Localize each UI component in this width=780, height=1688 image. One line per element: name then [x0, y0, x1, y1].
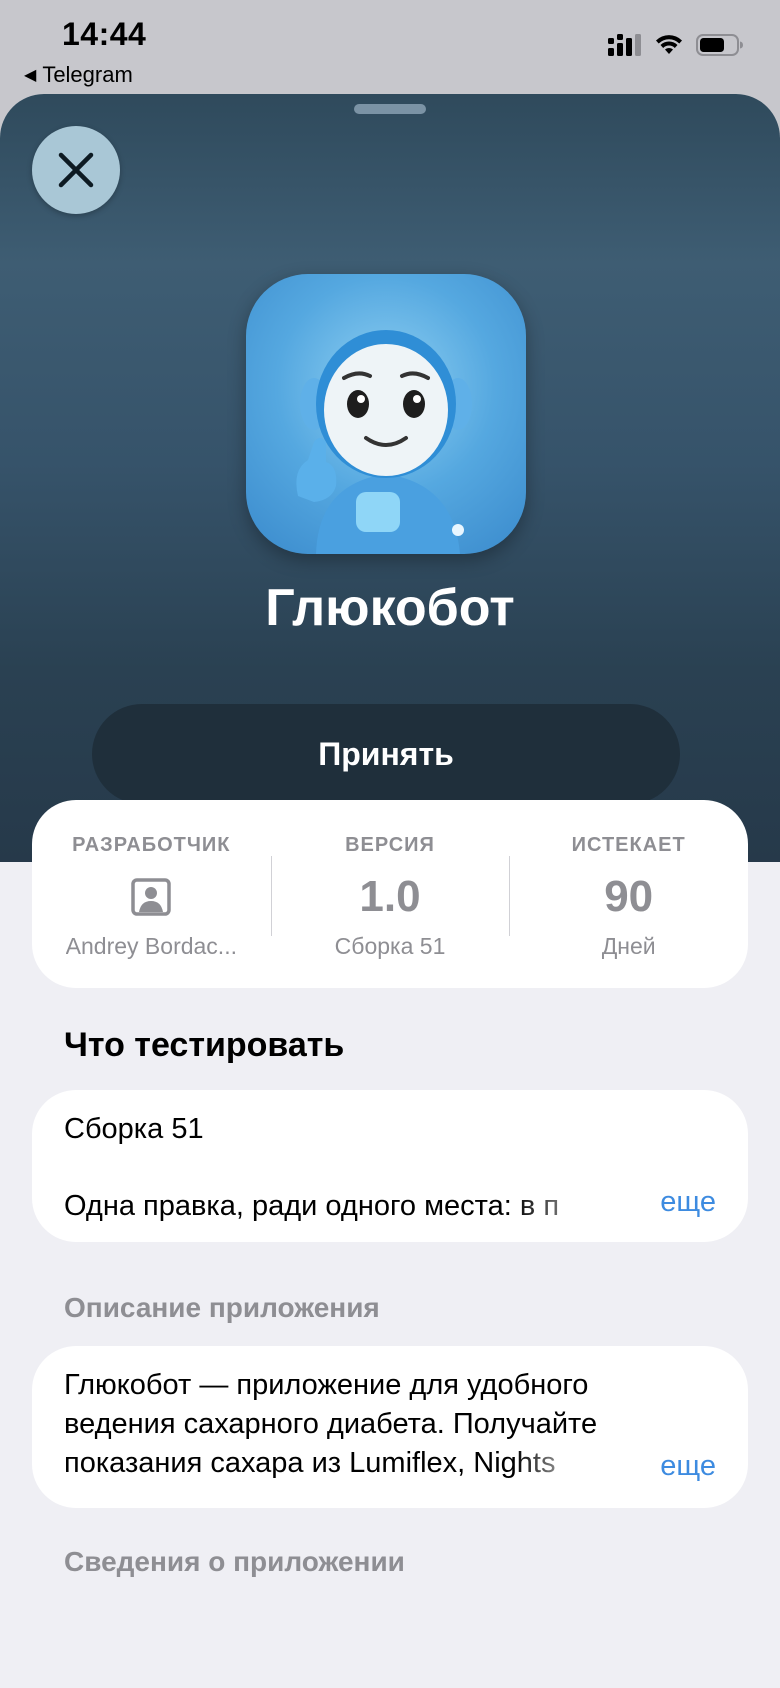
what-to-test-build: Сборка 51 — [64, 1113, 204, 1145]
app-title: Глюкобот — [265, 579, 515, 637]
developer-label: РАЗРАБОТЧИК — [72, 834, 231, 856]
description-text: Глюкобот — приложение для удобного веден… — [64, 1366, 654, 1483]
expires-value: 90 — [604, 872, 654, 921]
version-value: 1.0 — [359, 872, 421, 921]
description-more-link[interactable]: еще — [660, 1447, 716, 1486]
description-line: показания сахара из Lumiflex, Nights — [64, 1447, 556, 1479]
description-title: Описание приложения — [64, 1292, 380, 1323]
expires-column: ИСТЕКАЕТ 90 Дней — [509, 800, 748, 988]
app-info-summary-card: РАЗРАБОТЧИК Andrey Bordac... ВЕРСИЯ 1.0 … — [32, 800, 748, 988]
what-to-test-card: Сборка 51 Одна правка, ради одного места… — [32, 1090, 748, 1242]
wifi-icon — [656, 35, 682, 54]
robot-mascot-icon — [296, 330, 472, 554]
battery-icon — [696, 34, 743, 56]
description-line: ведения сахарного диабета. Получайте — [64, 1408, 598, 1440]
back-to-app-link[interactable]: ◀ Telegram — [24, 62, 133, 88]
expires-unit: Дней — [601, 933, 656, 959]
testflight-invite-sheet: Глюкобот Принять РАЗРАБОТЧИК Andrey Bord… — [0, 94, 780, 1688]
what-to-test-text: Одна правка, ради одного места: в п — [64, 1190, 560, 1222]
version-column: ВЕРСИЯ 1.0 Сборка 51 — [270, 800, 510, 988]
cellular-signal-icon — [608, 34, 641, 56]
close-button[interactable] — [32, 126, 120, 214]
developer-column[interactable]: РАЗРАБОТЧИК Andrey Bordac... — [32, 800, 271, 988]
app-icon — [246, 274, 526, 554]
hero-header: Глюкобот Принять — [0, 94, 780, 862]
expires-label: ИСТЕКАЕТ — [571, 834, 686, 856]
back-app-label: Telegram — [42, 62, 133, 87]
sheet-grabber[interactable] — [354, 104, 426, 114]
description-line: Глюкобот — приложение для удобного — [64, 1369, 589, 1401]
status-time: 14:44 — [62, 16, 147, 52]
developer-avatar — [131, 871, 172, 923]
person-icon — [131, 878, 172, 916]
back-triangle-icon: ◀ — [24, 67, 37, 84]
accept-button[interactable]: Принять — [92, 704, 680, 804]
description-card: Глюкобот — приложение для удобного веден… — [32, 1346, 748, 1508]
what-to-test-title: Что тестировать — [64, 1026, 345, 1064]
what-to-test-more-link[interactable]: еще — [660, 1183, 716, 1222]
status-icons — [608, 34, 744, 56]
status-bar: 14:44 ◀ Telegram — [0, 0, 780, 96]
app-info-title: Сведения о приложении — [64, 1546, 405, 1577]
version-label: ВЕРСИЯ — [345, 834, 435, 856]
build-number: Сборка 51 — [334, 933, 446, 959]
developer-name: Andrey Bordac... — [65, 933, 237, 959]
close-icon — [58, 152, 94, 188]
